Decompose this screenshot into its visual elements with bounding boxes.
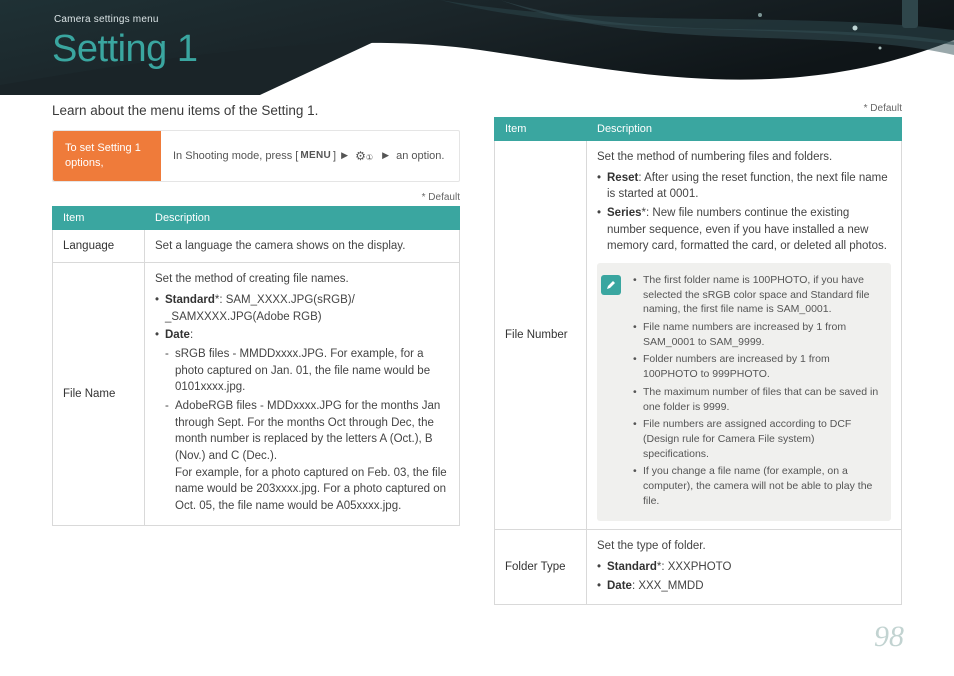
instruction-label: To set Setting 1 options, xyxy=(53,131,161,181)
note-item: The maximum number of files that can be … xyxy=(633,385,881,414)
spacer3 xyxy=(391,150,394,162)
note-item: If you change a file name (for example, … xyxy=(633,464,881,508)
bracket-close: ] xyxy=(333,150,339,162)
bullet-series: Series*: New file numbers continue the e… xyxy=(597,205,891,255)
label-standard-folder: Standard xyxy=(607,561,657,573)
bullet-standard-folder: Standard*: XXXPHOTO xyxy=(597,559,891,576)
note-icon-wrap xyxy=(597,273,625,511)
standard-folder-rest: : XXXPHOTO xyxy=(661,561,731,573)
label-reset: Reset xyxy=(607,172,638,184)
table-row: File Name Set the method of creating fil… xyxy=(53,263,460,525)
reset-rest: : After using the reset function, the ne… xyxy=(607,172,888,201)
page-number: 98 xyxy=(874,620,904,654)
default-note-right: * Default xyxy=(494,103,902,114)
table-header-row: Item Description xyxy=(495,118,902,141)
col-header-desc: Description xyxy=(587,118,902,141)
col-header-desc: Description xyxy=(145,206,460,229)
file-number-lead: Set the method of numbering files and fo… xyxy=(597,151,832,163)
desc-folder-type: Set the type of folder. Standard*: XXXPH… xyxy=(587,530,902,605)
desc-file-number: Set the method of numbering files and fo… xyxy=(587,141,902,530)
label-series: Series xyxy=(607,207,642,219)
left-column: Learn about the menu items of the Settin… xyxy=(52,103,460,605)
note-list: The first folder name is 100PHOTO, if yo… xyxy=(633,273,881,511)
right-column: * Default Item Description File Number S… xyxy=(494,103,902,605)
menu-key-icon: MENU xyxy=(300,150,331,161)
page-title: Setting 1 xyxy=(52,28,198,71)
note-box: The first folder name is 100PHOTO, if yo… xyxy=(597,263,891,521)
bullet-date: Date: sRGB files - MMDDxxxx.JPG. For exa… xyxy=(155,327,449,514)
item-file-name: File Name xyxy=(53,263,145,525)
label-date-folder: Date xyxy=(607,580,632,592)
page-header: Camera settings menu Setting 1 xyxy=(0,0,954,95)
instruction-row: To set Setting 1 options, In Shooting mo… xyxy=(52,130,460,182)
dash-srgb: sRGB files - MMDDxxxx.JPG. For example, … xyxy=(165,346,449,396)
subscript-one-icon: ① xyxy=(366,153,373,162)
label-date: Date xyxy=(165,329,190,341)
note-item: File numbers are assigned according to D… xyxy=(633,417,881,461)
table-row: File Number Set the method of numbering … xyxy=(495,141,902,530)
note-item: Folder numbers are increased by 1 from 1… xyxy=(633,352,881,381)
label-standard: Standard xyxy=(165,294,215,306)
arrow-right-icon-2: ▶ xyxy=(382,150,389,161)
instruction-body: In Shooting mode, press [ MENU ] ▶ ⚙ ① ▶… xyxy=(161,131,456,181)
content-area: Learn about the menu items of the Settin… xyxy=(0,95,954,605)
instruction-suffix: an option. xyxy=(396,150,444,162)
item-file-number: File Number xyxy=(495,141,587,530)
intro-text: Learn about the menu items of the Settin… xyxy=(52,103,460,118)
arrow-right-icon: ▶ xyxy=(341,150,348,161)
bullet-standard: Standard*: SAM_XXXX.JPG(sRGB)/ _SAMXXXX.… xyxy=(155,292,449,325)
note-pencil-icon xyxy=(601,275,621,295)
date-folder-rest: : XXX_MMDD xyxy=(632,580,704,592)
instruction-prefix: In Shooting mode, press [ xyxy=(173,150,298,162)
breadcrumb: Camera settings menu xyxy=(54,14,159,25)
date-colon: : xyxy=(190,329,193,341)
nav-tab-icon[interactable] xyxy=(902,0,918,28)
series-rest: : New file numbers continue the existing… xyxy=(607,207,887,252)
col-header-item: Item xyxy=(495,118,587,141)
bullet-reset: Reset: After using the reset function, t… xyxy=(597,170,891,203)
default-note-left: * Default xyxy=(52,192,460,203)
note-item: File name numbers are increased by 1 fro… xyxy=(633,320,881,349)
table-header-row: Item Description xyxy=(53,206,460,229)
table-row: Language Set a language the camera shows… xyxy=(53,229,460,263)
spacer xyxy=(350,150,353,162)
folder-type-lead: Set the type of folder. xyxy=(597,540,706,552)
file-name-lead: Set the method of creating file names. xyxy=(155,273,349,285)
item-folder-type: Folder Type xyxy=(495,530,587,605)
settings-table-left: Item Description Language Set a language… xyxy=(52,206,460,526)
item-language: Language xyxy=(53,229,145,263)
note-item: The first folder name is 100PHOTO, if yo… xyxy=(633,273,881,317)
dash-adobergb-a: AdobeRGB files - MDDxxxx.JPG for the mon… xyxy=(175,400,440,462)
settings-table-right: Item Description File Number Set the met… xyxy=(494,117,902,605)
dash-adobergb-b: For example, for a photo captured on Feb… xyxy=(175,467,447,512)
spacer2 xyxy=(377,150,380,162)
desc-file-name: Set the method of creating file names. S… xyxy=(145,263,460,525)
gear-icon: ⚙ xyxy=(355,149,366,163)
dash-adobergb: AdobeRGB files - MDDxxxx.JPG for the mon… xyxy=(165,398,449,515)
col-header-item: Item xyxy=(53,206,145,229)
bullet-date-folder: Date: XXX_MMDD xyxy=(597,578,891,595)
table-row: Folder Type Set the type of folder. Stan… xyxy=(495,530,902,605)
desc-language: Set a language the camera shows on the d… xyxy=(145,229,460,263)
